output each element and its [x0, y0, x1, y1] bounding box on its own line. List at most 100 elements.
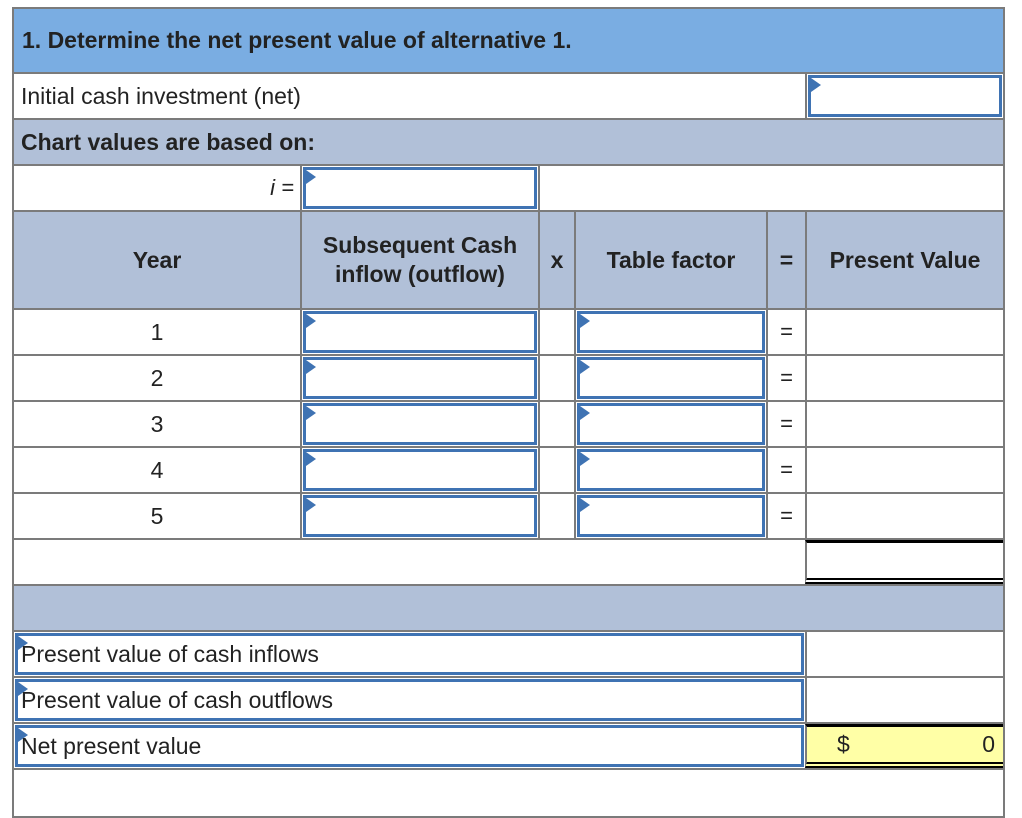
equals-cell: = [766, 448, 805, 492]
present-value-cell [805, 448, 1003, 492]
cash-flow-input[interactable] [303, 495, 537, 537]
cash-flow-input[interactable] [303, 449, 537, 491]
currency-symbol: $ [837, 731, 850, 757]
interest-label: i = [14, 166, 300, 210]
initial-investment-input[interactable] [808, 75, 1002, 117]
summary-value [805, 632, 1003, 676]
cash-flow-input[interactable] [303, 311, 537, 353]
dropdown-marker-icon [306, 452, 316, 466]
equals-cell: = [766, 356, 805, 400]
times-cell [538, 310, 574, 354]
table-row: 5 = [14, 494, 1003, 540]
equals-cell: = [766, 402, 805, 446]
initial-investment-cell [805, 74, 1003, 118]
table-factor-cell [574, 310, 766, 354]
header-cash-flow-line2: inflow (outflow) [335, 261, 505, 287]
table-row: 2 = [14, 356, 1003, 402]
table-row: 1 = [14, 310, 1003, 356]
title-row: 1. Determine the net present value of al… [14, 9, 1003, 74]
present-value-cell [805, 494, 1003, 538]
total-present-value [805, 540, 1003, 584]
summary-row-outflows: Present value of cash outflows [14, 678, 1003, 724]
cash-flow-cell [300, 356, 538, 400]
times-cell [538, 402, 574, 446]
dropdown-marker-icon [306, 360, 316, 374]
table-factor-cell [574, 402, 766, 446]
summary-label: Present value of cash outflows [21, 686, 333, 713]
dropdown-marker-icon [580, 314, 590, 328]
cash-flow-input[interactable] [303, 403, 537, 445]
interest-spacer [538, 166, 1003, 210]
dropdown-marker-icon [580, 452, 590, 466]
table-factor-cell [574, 448, 766, 492]
summary-row-inflows: Present value of cash inflows [14, 632, 1003, 678]
summary-label-cell: Present value of cash inflows [14, 632, 805, 676]
times-cell [538, 494, 574, 538]
npv-value: 0 [982, 731, 995, 757]
year-cell: 5 [150, 502, 164, 529]
equals-cell: = [766, 310, 805, 354]
header-times: x [538, 212, 574, 308]
summary-row-npv: Net present value $ 0 [14, 724, 1003, 770]
present-value-cell [805, 356, 1003, 400]
table-factor-input[interactable] [577, 403, 765, 445]
summary-label: Present value of cash inflows [21, 640, 319, 667]
dropdown-marker-icon [306, 498, 316, 512]
cash-flow-input[interactable] [303, 357, 537, 399]
interest-input[interactable] [303, 167, 537, 209]
summary-section-header [14, 586, 1003, 632]
page-title: 1. Determine the net present value of al… [22, 27, 572, 53]
cash-flow-cell [300, 494, 538, 538]
total-row-spacer [14, 540, 805, 584]
summary-label-cell: Present value of cash outflows [14, 678, 805, 722]
npv-value-cell: $ 0 [805, 724, 1003, 768]
header-table-factor: Table factor [574, 212, 766, 308]
times-cell [538, 356, 574, 400]
chart-values-row: Chart values are based on: [14, 120, 1003, 166]
interest-row: i = [14, 166, 1003, 212]
interest-cell [300, 166, 538, 210]
summary-value [805, 678, 1003, 722]
initial-investment-row: Initial cash investment (net) [14, 74, 1003, 120]
year-cell: 1 [150, 318, 164, 345]
interest-label-text: i = [270, 175, 294, 200]
present-value-cell [805, 402, 1003, 446]
table-factor-input[interactable] [577, 311, 765, 353]
table-factor-input[interactable] [577, 495, 765, 537]
header-cash-flow-line1: Subsequent Cash [322, 232, 518, 258]
header-equals: = [766, 212, 805, 308]
dropdown-marker-icon [306, 314, 316, 328]
present-value-cell [805, 310, 1003, 354]
table-header-row: Year Subsequent Cash inflow (outflow) x … [14, 212, 1003, 310]
dropdown-marker-icon [811, 78, 821, 92]
equals-cell: = [766, 494, 805, 538]
year-cell: 2 [150, 364, 164, 391]
npv-worksheet: 1. Determine the net present value of al… [12, 7, 1005, 818]
initial-investment-label: Initial cash investment (net) [21, 82, 301, 109]
summary-label-cell: Net present value [14, 724, 805, 768]
table-factor-input[interactable] [577, 357, 765, 399]
bottom-spacer-row [14, 770, 1003, 816]
cash-flow-cell [300, 310, 538, 354]
table-factor-cell [574, 494, 766, 538]
cash-flow-cell [300, 448, 538, 492]
header-present-value: Present Value [805, 212, 1003, 308]
year-cell: 4 [150, 456, 164, 483]
dropdown-marker-icon [306, 170, 316, 184]
table-factor-input[interactable] [577, 449, 765, 491]
dropdown-marker-icon [580, 498, 590, 512]
chart-values-label: Chart values are based on: [21, 128, 315, 155]
table-row: 3 = [14, 402, 1003, 448]
year-cell: 3 [150, 410, 164, 437]
total-row [14, 540, 1003, 586]
table-row: 4 = [14, 448, 1003, 494]
table-factor-cell [574, 356, 766, 400]
dropdown-marker-icon [306, 406, 316, 420]
header-cash-flow: Subsequent Cash inflow (outflow) [300, 212, 538, 308]
dropdown-marker-icon [580, 406, 590, 420]
summary-label: Net present value [21, 732, 202, 759]
cash-flow-cell [300, 402, 538, 446]
header-year: Year [132, 246, 182, 273]
dropdown-marker-icon [580, 360, 590, 374]
times-cell [538, 448, 574, 492]
